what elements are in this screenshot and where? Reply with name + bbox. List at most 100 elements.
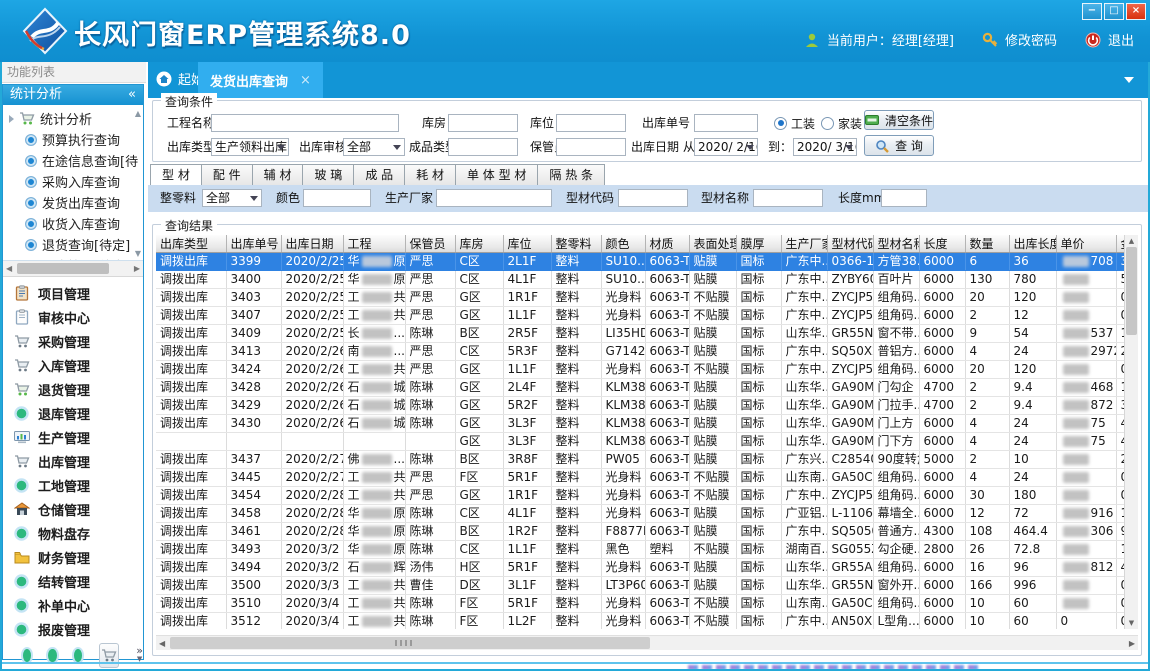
tree-item-采购入库查询[interactable]: 采购入库查询 <box>3 171 143 192</box>
column-header-型材名称[interactable]: 型材名称 <box>873 235 919 253</box>
column-header-工程[interactable]: 工程 <box>343 235 405 253</box>
column-header-整零料[interactable]: 整零料 <box>551 235 601 253</box>
collapse-icon[interactable]: « <box>128 85 136 105</box>
expander-icon[interactable] <box>9 115 14 123</box>
search-button[interactable]: 查 询 <box>864 135 934 156</box>
table-hscrollbar[interactable]: ◀ ▶ <box>156 635 1138 650</box>
sidebar-panel-header[interactable]: 统计分析 « <box>3 85 143 105</box>
sidebar-item-仓储管理[interactable]: 仓储管理 <box>3 497 143 521</box>
column-header-出库长度[interactable]: 出库长度 <box>1009 235 1056 253</box>
keeper-input[interactable] <box>556 138 626 156</box>
sidebar-item-采购管理[interactable]: 采购管理 <box>3 329 143 353</box>
logout-link[interactable]: 退出 <box>1108 30 1134 49</box>
sidebar-item-生产管理[interactable]: 生产管理 <box>3 425 143 449</box>
column-header-表面处理[interactable]: 表面处理 <box>689 235 736 253</box>
material-tab-玻璃[interactable]: 玻 璃 <box>303 164 354 187</box>
sidebar-item-补单中心[interactable]: 补单中心 <box>3 593 143 617</box>
change-password-link[interactable]: 修改密码 <box>1005 30 1057 49</box>
tree-item-发货出库查询[interactable]: 发货出库查询 <box>3 192 143 213</box>
name-input[interactable] <box>753 189 823 207</box>
code-input[interactable] <box>618 189 688 207</box>
minimize-button[interactable]: − <box>1082 3 1102 20</box>
warehouse-input[interactable] <box>448 114 518 132</box>
table-row[interactable]: 调拨出库34002020/2/25华原...严思C区4L1F整料SU10...6… <box>156 271 1125 289</box>
material-tab-成品[interactable]: 成 品 <box>354 164 405 187</box>
sidebar-item-物料盘存[interactable]: 物料盘存 <box>3 521 143 545</box>
table-row[interactable]: 调拨出库34942020/3/2石辉城汤伟H区5R1F整料光身料6063-T5贴… <box>156 559 1125 577</box>
product-type-input[interactable] <box>448 138 518 156</box>
column-header-数量[interactable]: 数量 <box>965 235 1009 253</box>
tab-list-dropdown-icon[interactable] <box>1124 77 1134 83</box>
project-name-input[interactable] <box>211 114 399 132</box>
table-row[interactable]: 调拨出库34132020/2/26南...严思C区5R3F整料G71422606… <box>156 343 1125 361</box>
material-tab-隔热条[interactable]: 隔 热 条 <box>538 164 605 187</box>
date-to-picker[interactable]: 2020/ 3/16 <box>793 138 857 156</box>
table-row[interactable]: 调拨出库34542020/2/28工共工程严思G区1R1F整料光身料6063-T… <box>156 487 1125 505</box>
dot-icon[interactable] <box>23 649 31 662</box>
material-tab-单体型材[interactable]: 单 体 型 材 <box>456 164 538 187</box>
date-from-picker[interactable]: 2020/ 2/16 <box>694 138 758 156</box>
column-header-出库单号[interactable]: 出库单号 <box>226 235 281 253</box>
radio-gongzhuang[interactable]: 工装 <box>774 114 815 132</box>
location-input[interactable] <box>556 114 626 132</box>
table-row[interactable]: 调拨出库35002020/3/3工共工程曹佳D区3L1F整料LT3P606063… <box>156 577 1125 595</box>
table-row[interactable]: 调拨出库35122020/3/4工共工程陈琳F区1L2F整料光身料6063-T5… <box>156 613 1125 630</box>
column-header-单价[interactable]: 单价 <box>1056 235 1116 253</box>
tab-close-icon[interactable]: × <box>300 73 311 88</box>
column-header-颜色[interactable]: 颜色 <box>601 235 645 253</box>
close-button[interactable]: × <box>1126 3 1146 20</box>
table-row[interactable]: 调拨出库34072020/2/25工共工程严思G区1L1F整料光身料6063-T… <box>156 307 1125 325</box>
sidebar-item-项目管理[interactable]: 项目管理 <box>3 281 143 305</box>
column-header-库位[interactable]: 库位 <box>503 235 551 253</box>
column-header-型材代码[interactable]: 型材代码 <box>827 235 873 253</box>
table-row[interactable]: 调拨出库34032020/2/25工共工程严思G区1R1F整料光身料6063-T… <box>156 289 1125 307</box>
column-header-出库类型[interactable]: 出库类型 <box>156 235 226 253</box>
tree-item-预算执行查询[interactable]: 预算执行查询 <box>3 129 143 150</box>
maker-input[interactable] <box>436 189 552 207</box>
table-vscrollbar[interactable]: ▲ ▼ <box>1124 235 1138 629</box>
column-header-库房[interactable]: 库房 <box>455 235 503 253</box>
out-type-select[interactable]: 生产领料出库 <box>211 138 289 156</box>
scroll-down-icon[interactable]: ▼ <box>1125 619 1138 627</box>
column-header-保管员[interactable]: 保管员 <box>405 235 455 253</box>
material-tab-配件[interactable]: 配 件 <box>202 164 253 187</box>
scroll-thumb[interactable] <box>17 263 109 274</box>
whole-select[interactable]: 全部 <box>202 189 262 207</box>
clear-conditions-button[interactable]: 清空条件 <box>864 110 934 130</box>
sidebar-item-出库管理[interactable]: 出库管理 <box>3 449 143 473</box>
dot-icon[interactable] <box>74 649 82 662</box>
sidebar-item-退库管理[interactable]: 退库管理 <box>3 401 143 425</box>
radio-jiazhuang[interactable]: 家装 <box>821 114 862 132</box>
tree-root[interactable]: 统计分析 <box>3 108 143 129</box>
dot-icon[interactable] <box>48 649 56 662</box>
table-row[interactable]: 调拨出库34932020/3/2华原...陈琳C区1L1F整料黑色塑料不贴膜国标… <box>156 541 1125 559</box>
scroll-thumb[interactable] <box>170 637 650 649</box>
tree-item-收货入库查询[interactable]: 收货入库查询 <box>3 213 143 234</box>
length-input[interactable] <box>881 189 927 207</box>
scroll-up-icon[interactable]: ▲ <box>135 109 141 118</box>
column-header-膜厚[interactable]: 膜厚 <box>736 235 781 253</box>
scroll-right-icon[interactable]: ▶ <box>134 264 140 273</box>
material-tab-辅材[interactable]: 辅 材 <box>253 164 304 187</box>
scroll-right-icon[interactable]: ▶ <box>1129 639 1135 648</box>
table-row[interactable]: 调拨出库34242020/2/26工共工程严思G区1L1F整料光身料6063-T… <box>156 361 1125 379</box>
color-input[interactable] <box>303 189 371 207</box>
tree-hscrollbar[interactable]: ◀ ▶ <box>3 261 143 277</box>
scroll-up-icon[interactable]: ▲ <box>1125 237 1138 245</box>
table-row[interactable]: 调拨出库34612020/2/28华原...陈琳B区1R2F整料F8877FT6… <box>156 523 1125 541</box>
table-row[interactable]: 调拨出库34292020/2/26石城陈琳G区5R2F整料KLM38176063… <box>156 397 1125 415</box>
table-row[interactable]: 调拨出库34582020/2/28华原...陈琳C区4L1F整料光身料6063-… <box>156 505 1125 523</box>
column-header-生产厂家[interactable]: 生产厂家 <box>781 235 827 253</box>
table-row[interactable]: 调拨出库34372020/2/27佛...陈琳B区3R8F整料PW056063-… <box>156 451 1125 469</box>
sidebar-item-退货管理[interactable]: 退货管理 <box>3 377 143 401</box>
sidebar-item-结转管理[interactable]: 结转管理 <box>3 569 143 593</box>
table-row[interactable]: 调拨出库34452020/2/27工共工程严思F区5R1F整料光身料6063-T… <box>156 469 1125 487</box>
audit-select[interactable]: 全部 <box>343 138 405 156</box>
table-row[interactable]: 调拨出库34282020/2/26石城陈琳G区2L4F整料KLM38176063… <box>156 379 1125 397</box>
scroll-left-icon[interactable]: ◀ <box>6 264 12 273</box>
sidebar-item-入库管理[interactable]: 入库管理 <box>3 353 143 377</box>
maximize-button[interactable]: □ <box>1104 3 1124 20</box>
column-header-出库日期[interactable]: 出库日期 <box>281 235 343 253</box>
column-header-长度[interactable]: 长度 <box>919 235 965 253</box>
table-row[interactable]: G区3L3F整料KLM38176063-T5贴膜国标山东华...GA90M09.… <box>156 433 1125 451</box>
